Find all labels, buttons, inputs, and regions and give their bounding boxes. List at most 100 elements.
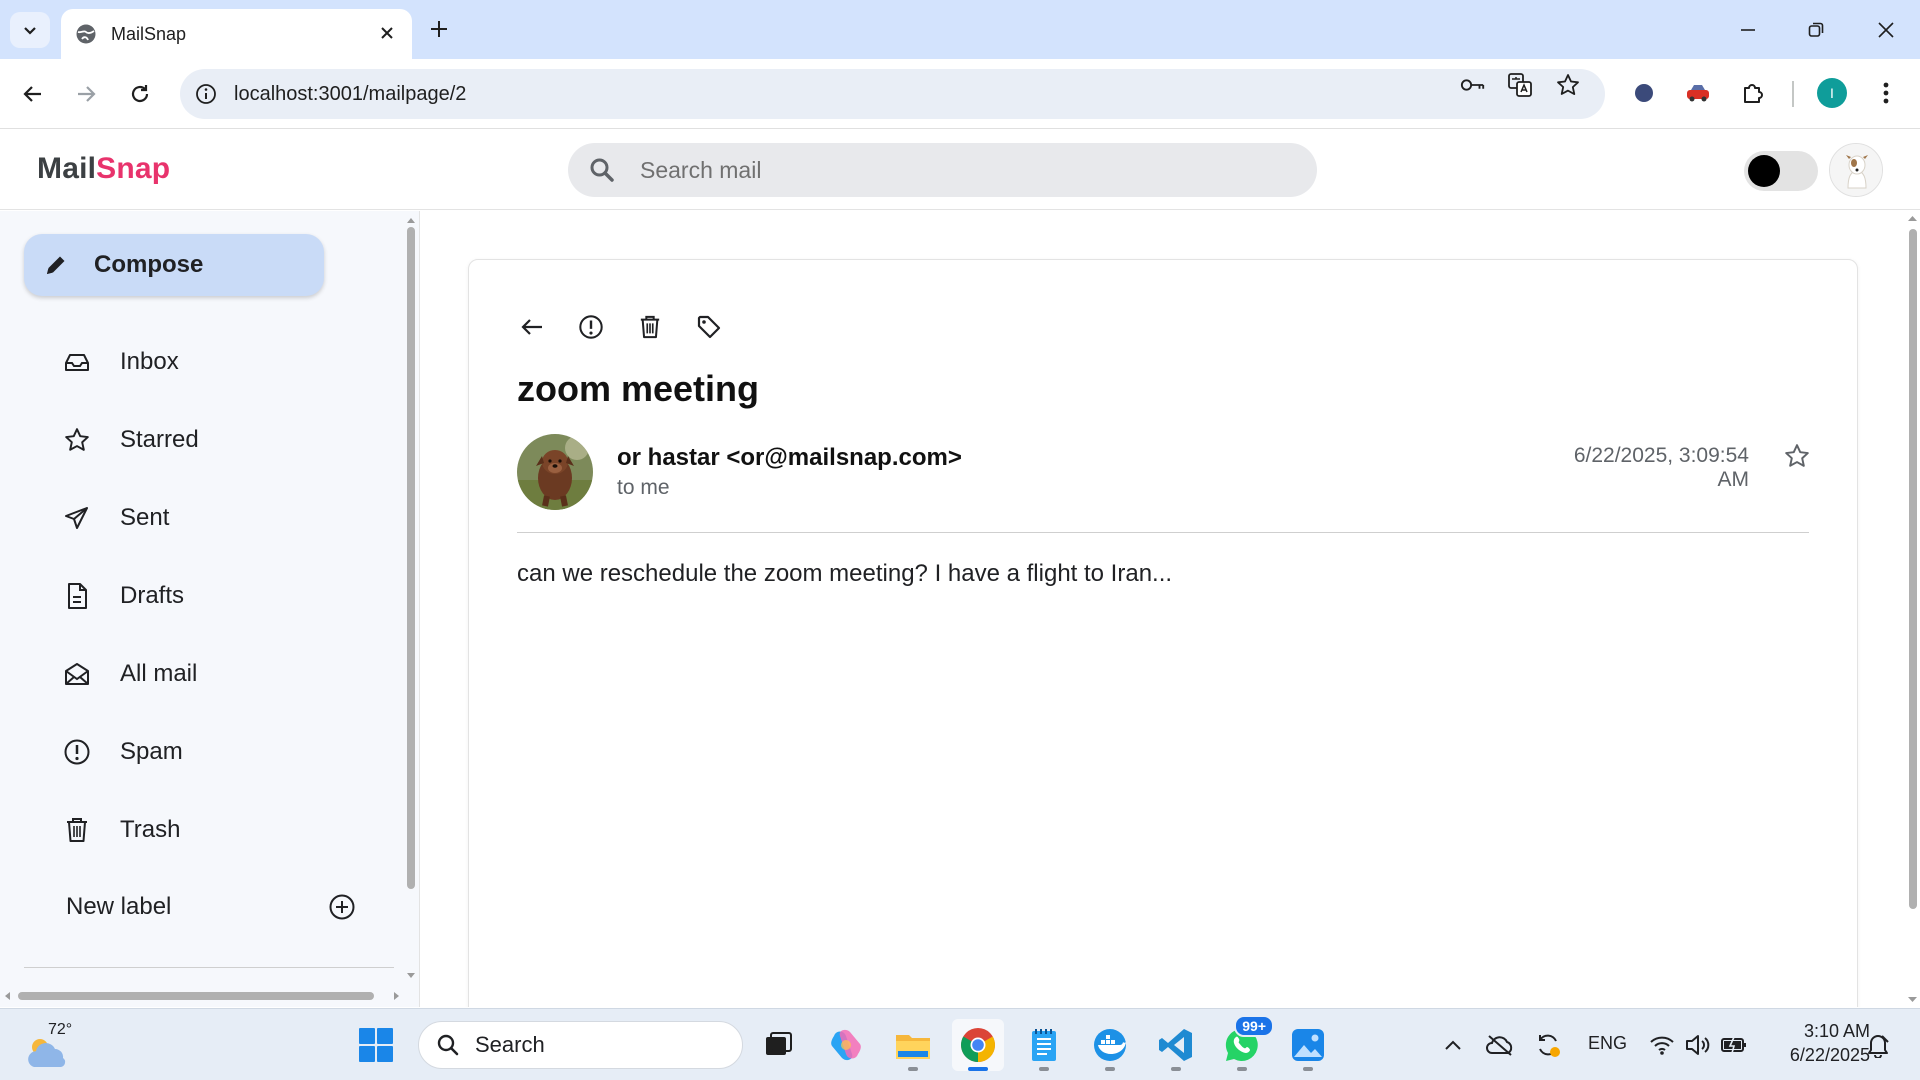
sidebar-item-drafts[interactable]: Drafts [24,567,364,625]
system-clock[interactable]: 3:10 AM 6/22/2025 [1760,1019,1870,1067]
reload-button[interactable] [121,75,159,113]
extension-car-icon[interactable] [1682,77,1714,109]
sidebar-item-all-mail[interactable]: All mail [24,645,364,703]
email-date: 6/22/2025, 3:09:54 AM [1573,444,1749,491]
back-button[interactable] [14,75,52,113]
windows-logo-icon [359,1028,393,1062]
close-tab-icon[interactable] [376,22,398,44]
notepad-icon [1032,1029,1056,1061]
copilot-icon [831,1029,861,1061]
recipient-text: to me [617,476,670,499]
taskbar-app-task-view[interactable] [752,1019,804,1071]
show-hidden-icons-button[interactable] [1437,1029,1469,1061]
sidebar-vertical-scrollbar[interactable] [404,213,418,983]
running-indicator [908,1067,918,1071]
search-bar [568,143,1317,197]
taskbar-app-chrome[interactable] [952,1019,1004,1071]
language-indicator[interactable]: ENG [1588,1033,1627,1054]
minimize-button[interactable] [1728,10,1768,50]
logo-part-snap: Snap [96,152,171,185]
star-email-button[interactable] [1782,441,1812,471]
main-vertical-scrollbar[interactable] [1905,211,1920,1007]
taskbar-app-whatsapp[interactable]: 99+ [1216,1015,1274,1071]
search-icon [435,1032,461,1058]
taskbar-app-notepad[interactable] [1018,1019,1070,1071]
battery-tray-icon[interactable] [1718,1029,1750,1061]
bookmark-star-icon[interactable] [1555,72,1581,98]
toggle-knob [1748,155,1780,187]
taskbar-search[interactable]: Search [418,1021,743,1069]
taskbar-app-photos[interactable] [1282,1019,1334,1071]
new-tab-button[interactable] [424,14,454,44]
toolbar-separator [1792,81,1794,107]
email-divider [517,532,1809,533]
notification-bell-icon [1868,1035,1889,1058]
volume-tray-icon[interactable] [1682,1029,1714,1061]
browser-tab[interactable]: MailSnap [61,9,412,59]
search-icon[interactable] [588,156,616,184]
close-window-button[interactable] [1866,10,1906,50]
delete-button[interactable] [635,312,665,342]
email-card: zoom meeting or hastar <or@mailsnap.com>… [468,259,1858,1007]
sidebar-item-inbox[interactable]: Inbox [24,333,364,391]
sidebar-item-label: Trash [120,816,181,843]
chrome-icon [961,1028,995,1062]
weather-widget[interactable]: 72° [26,1017,86,1073]
scrollbar-thumb[interactable] [18,992,374,1000]
scrollbar-thumb[interactable] [407,227,415,889]
forward-button[interactable] [67,75,105,113]
extension-dot-icon[interactable] [1628,77,1660,109]
clock-date: 6/22/2025 [1789,1045,1870,1065]
notifications-button[interactable] [1862,1029,1894,1061]
running-indicator [1237,1067,1247,1071]
scrollbar-thumb[interactable] [1909,229,1917,909]
clock-time: 3:10 AM [1803,1021,1870,1041]
battery-charging-icon [1721,1036,1746,1054]
spam-icon [579,315,603,339]
user-avatar[interactable] [1829,143,1883,197]
arrow-right-icon [78,86,96,102]
taskbar-app-vscode[interactable] [1150,1019,1202,1071]
start-button[interactable] [358,1027,394,1063]
restore-icon [1808,22,1824,37]
sidebar-item-spam[interactable]: Spam [24,723,364,781]
sync-icon [1539,1034,1560,1057]
address-bar[interactable]: localhost:3001/mailpage/2 [180,69,1605,119]
sidebar-horizontal-scrollbar[interactable] [0,987,404,1005]
email-body: can we reschedule the zoom meeting? I ha… [517,560,1173,587]
site-info-icon[interactable] [194,82,218,106]
notification-badge: 99+ [1234,1015,1274,1037]
profile-avatar-button[interactable]: I [1816,77,1848,109]
taskbar-app-copilot[interactable] [820,1019,872,1071]
extensions-puzzle-icon[interactable] [1737,77,1769,109]
sidebar-item-starred[interactable]: Starred [24,411,364,469]
wifi-tray-icon[interactable] [1646,1029,1678,1061]
sidebar-item-inbox[interactable] [24,260,364,318]
search-input[interactable] [640,156,1240,184]
browser-menu-button[interactable] [1870,77,1902,109]
sidebar-item-trash[interactable]: Trash [24,801,364,859]
app-logo[interactable]: MailSnap [37,152,170,186]
theme-toggle[interactable] [1744,151,1818,191]
arrow-left-icon [23,86,41,102]
taskbar-app-docker[interactable] [1084,1019,1136,1071]
back-to-inbox-button[interactable] [517,312,547,342]
send-icon [62,503,92,533]
translate-icon[interactable] [1507,72,1533,98]
label-button[interactable] [694,312,724,342]
sidebar-item-label: Sent [120,504,170,531]
sync-tray-icon[interactable] [1532,1029,1564,1061]
report-spam-button[interactable] [576,312,606,342]
taskbar-app-file-explorer[interactable] [887,1019,939,1071]
docker-icon [1094,1029,1126,1061]
add-label-button[interactable] [326,891,358,923]
running-indicator [1303,1067,1313,1071]
sidebar-item-sent[interactable]: Sent [24,489,364,547]
chevron-up-icon [1445,1040,1461,1050]
restore-button[interactable] [1796,10,1836,50]
tab-search-button[interactable] [10,12,50,48]
task-view-icon [766,1032,792,1055]
onedrive-tray-icon[interactable] [1484,1029,1516,1061]
password-key-icon[interactable] [1460,72,1486,98]
wifi-icon [1650,1036,1674,1055]
